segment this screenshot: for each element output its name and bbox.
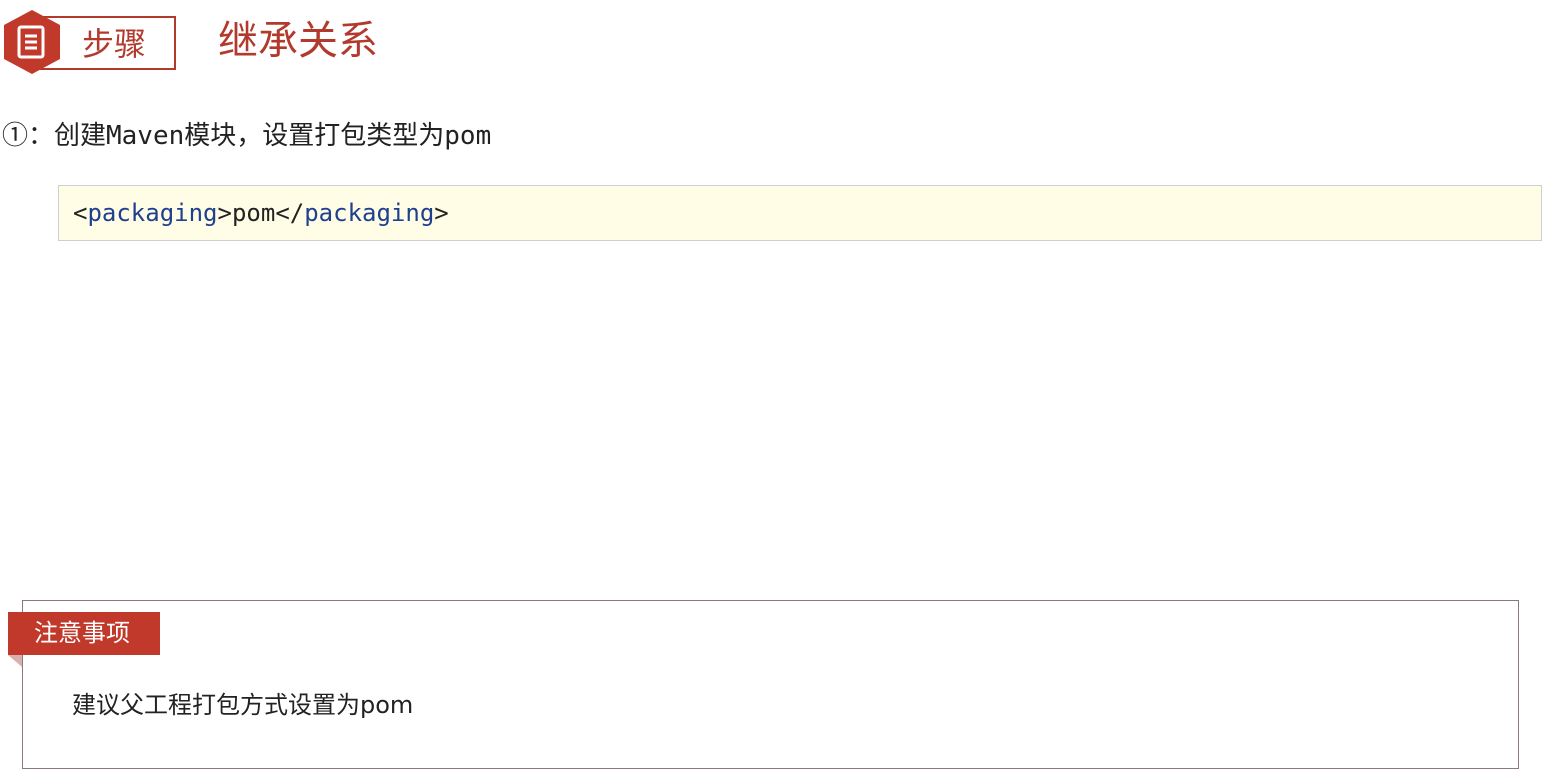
code-close-open-bracket: </ xyxy=(275,199,305,227)
notice-box xyxy=(22,600,1519,769)
code-block: <packaging>pom</packaging> xyxy=(58,185,1542,241)
step-badge-label: 步骤 xyxy=(82,25,147,63)
step-badge: 步骤 xyxy=(0,8,180,76)
section-title: 继承关系 xyxy=(218,18,378,64)
notice-tab-fold xyxy=(8,655,22,667)
slide-page: 步骤 继承关系 ①：创建Maven模块，设置打包类型为pom <packagin… xyxy=(0,0,1545,783)
notice-text: 建议父工程打包方式设置为pom xyxy=(72,691,414,719)
document-icon xyxy=(4,10,60,74)
code-open-close-bracket: > xyxy=(217,199,232,227)
code-content: pom xyxy=(231,199,276,227)
code-open-bracket: < xyxy=(73,199,88,227)
notice-label: 注意事项 xyxy=(34,619,130,647)
code-open-tag: packaging xyxy=(87,199,218,227)
code-close-close-bracket: > xyxy=(434,199,449,227)
code-close-tag: packaging xyxy=(304,199,435,227)
code-line: <packaging>pom</packaging> xyxy=(73,198,449,228)
step-description: ①：创建Maven模块，设置打包类型为pom xyxy=(2,121,492,151)
